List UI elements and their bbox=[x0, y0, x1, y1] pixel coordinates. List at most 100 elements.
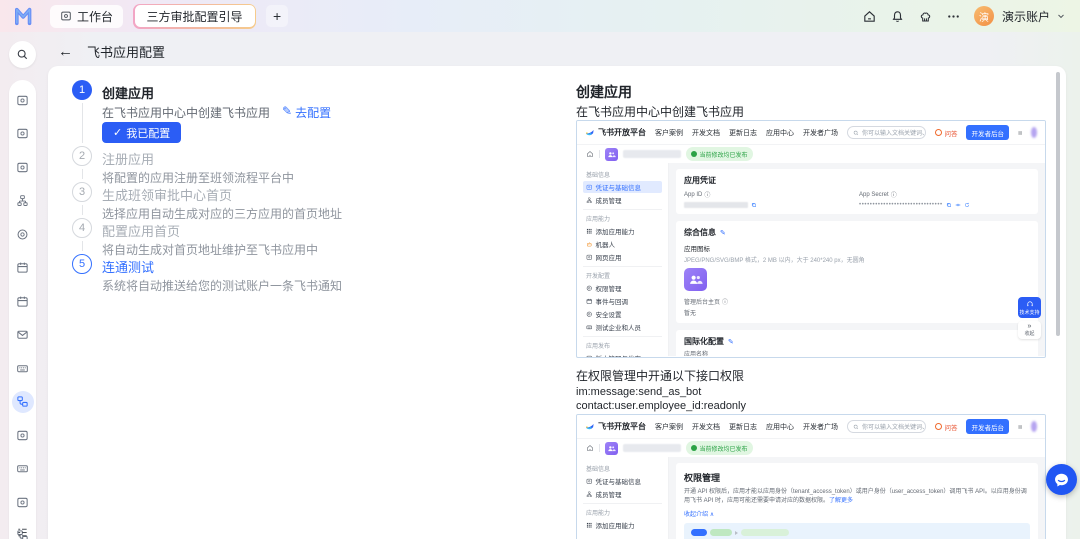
configured-button[interactable]: ✓ 我已配置 bbox=[102, 122, 181, 143]
preview-subheading: 在飞书应用中心中创建飞书应用 bbox=[576, 103, 744, 120]
admin-home-label: 管理后台主页ⓘ bbox=[684, 297, 1030, 306]
menu-list-icon bbox=[16, 526, 29, 539]
collapse-button: »收起 bbox=[1018, 321, 1041, 339]
sidebar-item-events: 事件与回调 bbox=[583, 295, 662, 307]
step-5-desc: 系统将自动推送给您的测试账户一条飞书通知 bbox=[102, 277, 342, 294]
steps-wizard: 1 创建应用 在飞书应用中心中创建飞书应用 ✎去配置 ✓ 我已配置 2 注册应用… bbox=[72, 80, 532, 310]
feishu-nav-cases: 客户案例 bbox=[655, 128, 683, 138]
tab-approval-guide[interactable]: 三方审批配置引导 bbox=[135, 5, 255, 27]
step-3-title: 生成班领审批中心首页 bbox=[102, 185, 232, 204]
gallery-icon bbox=[16, 496, 29, 509]
rail-item-workbench[interactable] bbox=[12, 89, 34, 111]
step-2-number: 2 bbox=[72, 146, 92, 166]
webapp-icon bbox=[586, 254, 593, 261]
rail-item-sliders[interactable] bbox=[12, 458, 34, 480]
copy-icon bbox=[751, 202, 757, 208]
tab-workspace[interactable]: 工作台 bbox=[50, 5, 123, 28]
new-tab-button[interactable]: + bbox=[266, 5, 288, 27]
rail-item-org[interactable] bbox=[12, 190, 34, 212]
grid-menu-icon bbox=[1018, 423, 1022, 431]
mail-icon bbox=[16, 328, 29, 341]
security-icon bbox=[586, 311, 593, 318]
step-4-number: 4 bbox=[72, 218, 92, 238]
flow-arrow bbox=[735, 531, 738, 535]
chat-support-fab[interactable] bbox=[1046, 464, 1077, 495]
app-id-label: App IDⓘ bbox=[684, 190, 859, 199]
divider bbox=[599, 444, 600, 452]
rail-item-schedule[interactable] bbox=[12, 290, 34, 312]
workbench-icon bbox=[16, 94, 29, 107]
main-card: 1 创建应用 在飞书应用中心中创建飞书应用 ✎去配置 ✓ 我已配置 2 注册应用… bbox=[48, 66, 1066, 539]
publish-status-badge: 当前修改均已发布 bbox=[686, 441, 753, 455]
rail-item-capture[interactable] bbox=[12, 424, 34, 446]
divider bbox=[583, 336, 662, 337]
search-button[interactable] bbox=[9, 41, 36, 68]
workflow-icon bbox=[16, 395, 29, 408]
account-name[interactable]: 演示账户 bbox=[1002, 8, 1050, 25]
rail-item-gallery[interactable] bbox=[12, 491, 34, 513]
scrollbar-thumb[interactable] bbox=[1056, 72, 1060, 336]
permission-scopes: im:message:send_as_bot contact:user.empl… bbox=[576, 385, 746, 413]
rail-item-workflow-active[interactable] bbox=[12, 391, 34, 413]
page-header: ← 飞书应用配置 bbox=[58, 40, 165, 62]
rail-item-approval[interactable] bbox=[12, 123, 34, 145]
back-button[interactable]: ← bbox=[58, 43, 73, 60]
chat-bubble-icon bbox=[1053, 471, 1070, 488]
app-body: ← 飞书应用配置 1 创建应用 在飞书应用中心中创建飞书应用 ✎去配置 ✓ 我已… bbox=[0, 32, 1080, 539]
rail-item-integration[interactable] bbox=[12, 223, 34, 245]
sidebar-item-bot: 机器人 bbox=[583, 238, 662, 250]
feishu-navbar: 飞书开放平台 客户案例 开发文档 更新日志 应用中心 开发者广场 你可以输入文档… bbox=[577, 415, 1045, 439]
rail-item-input[interactable] bbox=[12, 357, 34, 379]
feishu-nav-appcenter: 应用中心 bbox=[766, 422, 794, 432]
feishu-logo-icon bbox=[585, 422, 595, 432]
approval-icon bbox=[16, 127, 29, 140]
publish-status-badge: 当前修改均已发布 bbox=[686, 147, 753, 161]
app-name-redacted bbox=[623, 444, 681, 452]
edit-pencil-icon: ✎ bbox=[728, 338, 734, 346]
feishu-breadcrumb: 当前修改均已发布 bbox=[577, 439, 1045, 457]
sidebar-item-security: 安全设置 bbox=[583, 308, 662, 320]
rail-bottom-menu[interactable] bbox=[16, 526, 29, 539]
screenshot-feishu-console-basic: 飞书开放平台 客户案例 开发文档 更新日志 应用中心 开发者广场 你可以输入文档… bbox=[576, 120, 1046, 358]
info-icon: ⓘ bbox=[891, 190, 897, 199]
notification-bell-icon[interactable] bbox=[890, 9, 905, 24]
rail-item-calendar[interactable] bbox=[12, 257, 34, 279]
sidebar-section-basic: 基础信息 bbox=[586, 170, 662, 179]
apps-icon bbox=[16, 161, 29, 174]
window-titlebar: 工作台 三方审批配置引导 + 演 演示账户 bbox=[0, 0, 1080, 32]
rewards-icon[interactable] bbox=[918, 9, 933, 24]
rail-item-apps[interactable] bbox=[12, 156, 34, 178]
rail-item-mail[interactable] bbox=[12, 324, 34, 346]
general-info-card: 综合信息✎ 应用图标 JPEG/PNG/SVG/BMP 格式，2 MB 以内，大… bbox=[676, 221, 1038, 323]
feishu-sidebar: 基础信息 凭证与基础信息 成员管理 应用能力 添加应用能力 机器人 网页应用 开… bbox=[577, 163, 669, 356]
feishu-main: 权限管理 开通 API 权限后，应用才能以应用身份（tenant_access_… bbox=[669, 457, 1045, 539]
flow-row bbox=[691, 529, 1023, 536]
tab-approval-guide-label: 三方审批配置引导 bbox=[147, 8, 243, 25]
step-5-title: 连通测试 bbox=[102, 257, 154, 276]
step-4-title: 配置应用首页 bbox=[102, 221, 180, 240]
credential-icon bbox=[586, 478, 593, 485]
step-2-desc: 将配置的应用注册至班领流程平台中 bbox=[102, 169, 294, 186]
feishu-nav-devplaza: 开发者广场 bbox=[803, 422, 838, 432]
flow-step-pill bbox=[691, 529, 707, 536]
sidebar-section-ability: 应用能力 bbox=[586, 214, 662, 223]
sidebar-item-credentials: 凭证与基础信息 bbox=[583, 181, 662, 193]
more-options-icon[interactable] bbox=[946, 9, 961, 24]
step-connector bbox=[82, 241, 83, 251]
learn-more-link: 了解更多 bbox=[829, 498, 853, 504]
preview-heading: 创建应用 bbox=[576, 82, 632, 102]
chevron-down-icon[interactable] bbox=[1056, 11, 1066, 21]
go-configure-link[interactable]: ✎去配置 bbox=[282, 104, 331, 121]
integration-icon bbox=[16, 228, 29, 241]
sidebar-item-members: 成员管理 bbox=[583, 488, 662, 500]
feishu-search-box: 你可以输入文档关键词、开发问题、Log ID、错误码 bbox=[847, 420, 926, 433]
sidebar-item-webapp: 网页应用 bbox=[583, 251, 662, 263]
sidebar-item-add-ability: 添加应用能力 bbox=[583, 519, 662, 531]
add-ability-icon bbox=[586, 228, 593, 235]
user-avatar[interactable]: 演 bbox=[974, 6, 994, 26]
org-chart-icon bbox=[16, 194, 29, 207]
feishu-navbar: 飞书开放平台 客户案例 开发文档 更新日志 应用中心 开发者广场 你可以输入文档… bbox=[577, 121, 1045, 145]
app-icon-label: 应用图标 bbox=[684, 243, 1030, 253]
app-logo bbox=[14, 6, 36, 26]
home-icon[interactable] bbox=[862, 9, 877, 24]
